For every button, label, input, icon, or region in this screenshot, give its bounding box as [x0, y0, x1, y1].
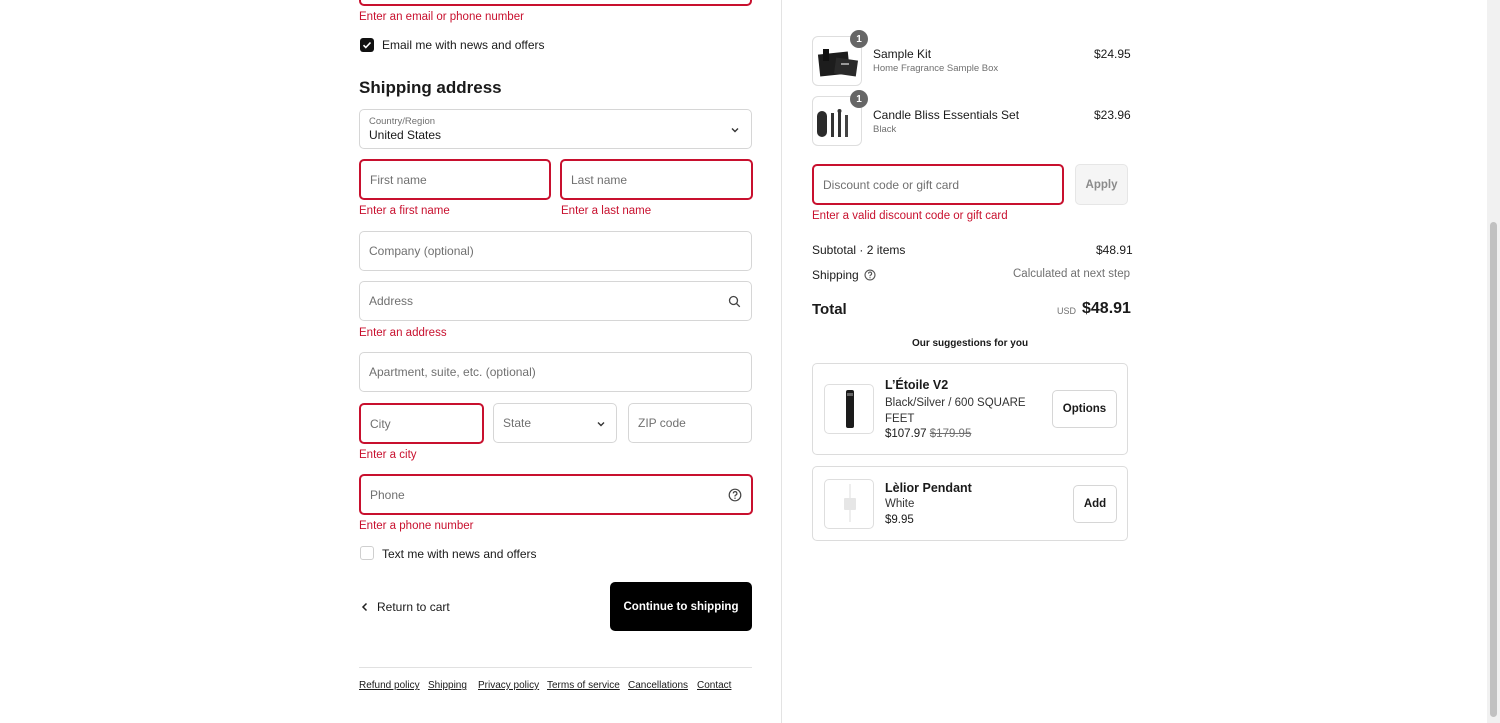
- subtotal-value: $48.91: [1096, 243, 1133, 257]
- discount-placeholder: Discount code or gift card: [823, 177, 960, 192]
- country-select[interactable]: Country/Region United States: [359, 109, 752, 149]
- footer-link-privacy[interactable]: Privacy policy: [478, 680, 539, 691]
- suggestion-price-row: $107.97 $179.95: [885, 428, 971, 440]
- chevron-down-icon: [731, 128, 739, 133]
- phone-placeholder: Phone: [370, 487, 405, 502]
- phone-error: Enter a phone number: [359, 520, 474, 532]
- shipping-label-row: Shipping: [812, 268, 876, 282]
- check-icon: [362, 41, 372, 49]
- city-error: Enter a city: [359, 449, 417, 461]
- add-button[interactable]: Add: [1073, 485, 1117, 523]
- last-name-error: Enter a last name: [561, 205, 652, 217]
- company-field[interactable]: Company (optional): [359, 231, 752, 271]
- search-icon: [728, 295, 741, 308]
- city-placeholder: City: [370, 416, 391, 431]
- state-select[interactable]: State: [493, 403, 617, 443]
- footer-link-shipping[interactable]: Shipping: [428, 680, 467, 691]
- phone-field[interactable]: Phone: [359, 474, 753, 515]
- cart-item-price: $23.96: [1094, 108, 1131, 122]
- apartment-field[interactable]: Apartment, suite, etc. (optional): [359, 352, 752, 392]
- first-name-error: Enter a first name: [359, 205, 450, 217]
- discount-error: Enter a valid discount code or gift card: [812, 210, 1008, 222]
- scrollbar-thumb[interactable]: [1490, 222, 1497, 717]
- chevron-left-icon: [361, 602, 368, 612]
- address-error: Enter an address: [359, 327, 447, 339]
- email-field[interactable]: [359, 0, 752, 6]
- cart-item-variant: Black: [873, 124, 897, 135]
- total-label: Total: [812, 301, 847, 318]
- suggestion-name: L’Étoile V2: [885, 378, 949, 392]
- suggestion-name: Lèlior Pendant: [885, 481, 972, 495]
- continue-label: Continue to shipping: [623, 600, 739, 613]
- shipping-value: Calculated at next step: [1013, 268, 1130, 280]
- suggestion-variant: Black/Silver / 600 SQUARE FEET: [885, 397, 1026, 425]
- cart-item-name: Sample Kit: [873, 47, 932, 61]
- return-to-cart-link[interactable]: Return to cart: [359, 600, 450, 614]
- apartment-placeholder: Apartment, suite, etc. (optional): [369, 365, 536, 379]
- zip-placeholder: ZIP code: [638, 416, 686, 430]
- company-placeholder: Company (optional): [369, 244, 474, 258]
- first-name-placeholder: First name: [370, 172, 427, 187]
- suggestion-price: $9.95: [885, 514, 914, 526]
- chevron-down-icon: [597, 422, 605, 427]
- continue-to-shipping-button[interactable]: Continue to shipping: [610, 582, 752, 631]
- first-name-field[interactable]: First name: [359, 159, 551, 200]
- suggestion-card: Lèlior Pendant White $9.95 Add: [812, 466, 1128, 541]
- suggestions-heading: Our suggestions for you: [911, 338, 1029, 349]
- checkout-form-panel: Enter an email or phone number Email me …: [0, 0, 782, 723]
- suggestion-price: $107.97: [885, 428, 927, 440]
- total-value: $48.91: [1082, 300, 1131, 317]
- last-name-field[interactable]: Last name: [560, 159, 753, 200]
- sms-label: Text me with news and offers: [382, 547, 537, 561]
- country-value: United States: [369, 128, 442, 142]
- return-to-cart-label: Return to cart: [377, 600, 450, 614]
- options-button[interactable]: Options: [1052, 390, 1117, 428]
- cart-item-price: $24.95: [1094, 47, 1131, 61]
- quantity-badge: 1: [850, 90, 868, 108]
- product-thumbnail: [824, 384, 874, 434]
- apply-button[interactable]: Apply: [1075, 164, 1128, 205]
- quantity-badge: 1: [850, 30, 868, 48]
- product-thumbnail: [824, 479, 874, 529]
- diffuser-image: [846, 390, 854, 428]
- scrollbar[interactable]: [1487, 0, 1500, 723]
- subtotal-label: Subtotal · 2 items: [812, 243, 906, 257]
- country-label: Country/Region: [369, 116, 436, 127]
- suggestion-card: L’Étoile V2 Black/Silver / 600 SQUARE FE…: [812, 363, 1128, 455]
- suggestion-compare-price: $179.95: [929, 428, 972, 440]
- footer-link-terms[interactable]: Terms of service: [547, 680, 620, 691]
- footer-link-cancellations[interactable]: Cancellations: [628, 680, 688, 691]
- discount-code-field[interactable]: Discount code or gift card: [812, 164, 1064, 205]
- address-field[interactable]: Address: [359, 281, 752, 321]
- apply-label: Apply: [1085, 178, 1118, 191]
- help-icon[interactable]: [864, 269, 876, 281]
- pendant-image: [844, 484, 856, 522]
- footer-divider: [359, 667, 752, 668]
- state-placeholder: State: [503, 416, 532, 430]
- address-placeholder: Address: [369, 294, 414, 308]
- add-label: Add: [1083, 498, 1107, 510]
- last-name-placeholder: Last name: [571, 172, 628, 187]
- help-icon[interactable]: [728, 488, 742, 502]
- city-field[interactable]: City: [359, 403, 484, 444]
- email-error: Enter an email or phone number: [359, 11, 524, 23]
- newsletter-checkbox[interactable]: [360, 38, 374, 52]
- shipping-heading: Shipping address: [359, 78, 502, 97]
- options-label: Options: [1062, 403, 1107, 415]
- cart-item-variant: Home Fragrance Sample Box: [873, 63, 999, 74]
- footer-link-contact[interactable]: Contact: [697, 680, 731, 691]
- shipping-label: Shipping: [812, 268, 859, 282]
- sms-checkbox[interactable]: [360, 546, 374, 560]
- zip-field[interactable]: ZIP code: [628, 403, 752, 443]
- total-currency: USD: [1057, 306, 1077, 316]
- suggestion-variant: White: [885, 498, 915, 510]
- cart-item-name: Candle Bliss Essentials Set: [873, 108, 1020, 122]
- footer-link-refund[interactable]: Refund policy: [359, 680, 420, 691]
- newsletter-label: Email me with news and offers: [382, 38, 545, 52]
